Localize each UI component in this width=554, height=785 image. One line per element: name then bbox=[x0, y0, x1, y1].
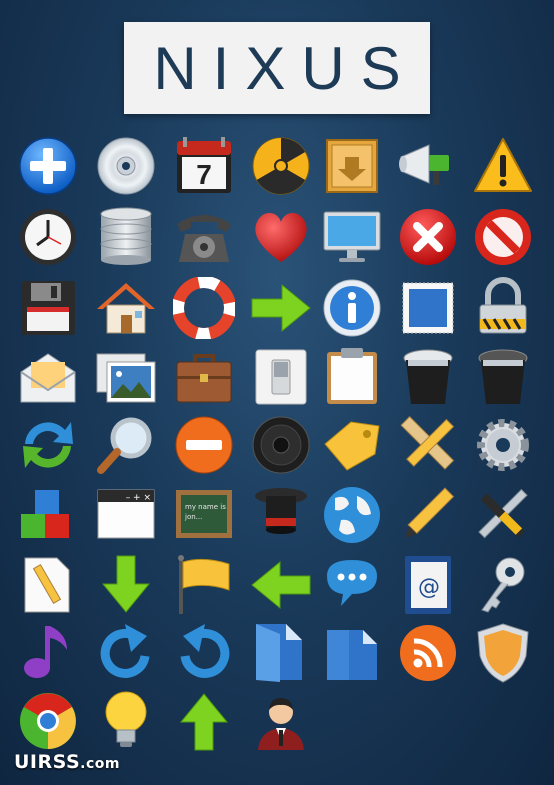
switch-icon[interactable] bbox=[250, 346, 312, 408]
title-banner: NIXUS bbox=[124, 22, 430, 114]
magic-hat-icon[interactable] bbox=[250, 484, 312, 546]
monitor-icon[interactable] bbox=[321, 206, 383, 268]
clock-icon[interactable] bbox=[17, 206, 79, 268]
refresh-icon[interactable] bbox=[17, 414, 79, 476]
lifebuoy-icon[interactable] bbox=[173, 277, 235, 339]
clipboard-icon[interactable] bbox=[321, 346, 383, 408]
chat-icon[interactable] bbox=[321, 554, 383, 616]
mail-icon[interactable] bbox=[17, 346, 79, 408]
box-icon[interactable] bbox=[321, 135, 383, 197]
redo-icon[interactable] bbox=[95, 622, 157, 684]
globe-icon[interactable] bbox=[321, 484, 383, 546]
document-edit-icon[interactable] bbox=[17, 554, 79, 616]
calendar-day: 7 bbox=[196, 159, 212, 190]
design-tools-icon[interactable] bbox=[397, 414, 459, 476]
error-icon[interactable] bbox=[397, 206, 459, 268]
floppy-icon[interactable] bbox=[17, 277, 79, 339]
window-controls: – + × bbox=[126, 493, 151, 503]
lightbulb-icon[interactable] bbox=[95, 690, 157, 752]
heart-icon[interactable] bbox=[250, 206, 312, 268]
add-icon[interactable] bbox=[17, 135, 79, 197]
chrome-icon[interactable] bbox=[17, 690, 79, 752]
arrow-left-icon[interactable] bbox=[250, 554, 312, 616]
file-icon[interactable] bbox=[321, 622, 383, 684]
radiation-icon[interactable] bbox=[250, 135, 312, 197]
arrow-down-icon[interactable] bbox=[95, 554, 157, 616]
arrow-up-icon[interactable] bbox=[173, 690, 235, 752]
info-icon[interactable] bbox=[321, 277, 383, 339]
forbidden-icon[interactable] bbox=[472, 206, 534, 268]
music-note-icon[interactable] bbox=[17, 622, 79, 684]
magnifier-icon[interactable] bbox=[95, 414, 157, 476]
trash-full-icon[interactable] bbox=[397, 346, 459, 408]
arrow-right-icon[interactable] bbox=[250, 277, 312, 339]
photos-icon[interactable] bbox=[95, 346, 157, 408]
tag-icon[interactable] bbox=[321, 414, 383, 476]
watermark: UIRSS.com bbox=[14, 751, 120, 773]
database-icon[interactable] bbox=[95, 206, 157, 268]
title-text: NIXUS bbox=[153, 34, 417, 102]
home-icon[interactable] bbox=[95, 277, 157, 339]
undo-icon[interactable] bbox=[173, 622, 235, 684]
rss-icon[interactable] bbox=[397, 622, 459, 684]
telephone-icon[interactable] bbox=[173, 206, 235, 268]
folder-icon[interactable] bbox=[250, 622, 312, 684]
pencil-icon[interactable] bbox=[397, 484, 459, 546]
chalkboard-line-2: jon... bbox=[184, 513, 202, 521]
speaker-icon[interactable] bbox=[250, 414, 312, 476]
megaphone-icon[interactable] bbox=[397, 135, 459, 197]
remove-icon[interactable] bbox=[173, 414, 235, 476]
tools-icon[interactable] bbox=[472, 484, 534, 546]
user-icon[interactable] bbox=[250, 690, 312, 752]
address-book-symbol: @ bbox=[418, 575, 440, 600]
chalkboard-line-1: my name is bbox=[185, 503, 226, 511]
warning-icon[interactable] bbox=[472, 135, 534, 197]
watermark-suffix: .com bbox=[80, 756, 120, 772]
trash-empty-icon[interactable] bbox=[472, 346, 534, 408]
shield-icon[interactable] bbox=[472, 622, 534, 684]
settings-gear-icon[interactable] bbox=[472, 414, 534, 476]
key-icon[interactable] bbox=[472, 554, 534, 616]
watermark-brand: UIRSS bbox=[14, 751, 81, 773]
window-icon[interactable]: – + × bbox=[95, 484, 157, 546]
picture-frame-icon[interactable] bbox=[397, 277, 459, 339]
address-book-icon[interactable]: @ bbox=[397, 554, 459, 616]
chalkboard-icon[interactable]: my name is jon... bbox=[173, 484, 235, 546]
blocks-icon[interactable] bbox=[17, 484, 79, 546]
briefcase-icon[interactable] bbox=[173, 346, 235, 408]
lock-icon[interactable] bbox=[472, 277, 534, 339]
calendar-icon[interactable]: 7 bbox=[173, 135, 235, 197]
cd-icon[interactable] bbox=[95, 135, 157, 197]
flag-icon[interactable] bbox=[173, 554, 235, 616]
